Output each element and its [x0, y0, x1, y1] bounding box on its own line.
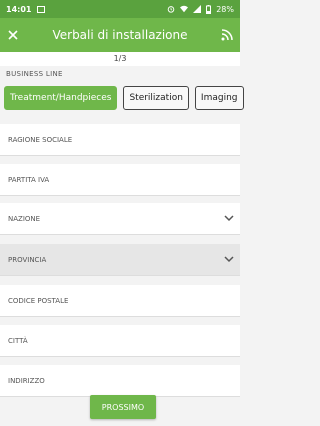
page-indicator: 1/3: [0, 52, 240, 66]
field-label: PARTITA IVA: [8, 175, 50, 184]
signal-icon: [193, 5, 202, 13]
chevron-down-icon: [224, 256, 234, 263]
status-time: 14:01: [6, 4, 32, 14]
wifi-icon: [180, 5, 189, 13]
field-label: CITTÀ: [8, 336, 28, 345]
toolbar: Verbali di installazione: [0, 18, 240, 52]
field-label: RAGIONE SOCIALE: [8, 135, 73, 144]
chip-treatment-handpieces[interactable]: Treatment/Handpieces: [4, 86, 118, 110]
rss-icon: [221, 29, 233, 41]
image-notification-icon: [37, 5, 46, 13]
field-label: NAZIONE: [8, 214, 41, 223]
rss-button[interactable]: [214, 29, 240, 41]
field-provincia[interactable]: PROVINCIA: [0, 244, 240, 276]
field-nazione[interactable]: NAZIONE: [0, 203, 240, 235]
field-label: CODICE POSTALE: [8, 296, 69, 305]
field-citta[interactable]: CITTÀ: [0, 325, 240, 357]
chip-imaging[interactable]: Imaging: [194, 86, 244, 110]
battery-icon: [206, 4, 212, 14]
close-button[interactable]: [0, 18, 26, 52]
status-right: 28%: [167, 4, 234, 14]
field-codice-postale[interactable]: CODICE POSTALE: [0, 285, 240, 317]
status-bar: 14:01 28%: [0, 0, 240, 18]
close-icon: [8, 30, 18, 40]
next-button[interactable]: PROSSIMO: [90, 395, 156, 419]
chip-sterilization[interactable]: Sterilization: [123, 86, 189, 110]
field-partita-iva[interactable]: PARTITA IVA: [0, 164, 240, 196]
alarm-icon: [167, 6, 175, 13]
business-line-label: BUSINESS LINE: [6, 70, 63, 78]
business-line-chips: Treatment/Handpieces Sterilization Imagi…: [4, 86, 244, 110]
chevron-down-icon: [224, 215, 234, 222]
field-label: INDIRIZZO: [8, 376, 45, 385]
field-ragione-sociale[interactable]: RAGIONE SOCIALE: [0, 124, 240, 156]
field-indirizzo[interactable]: INDIRIZZO: [0, 365, 240, 397]
field-label: PROVINCIA: [8, 255, 47, 264]
page-title: Verbali di installazione: [52, 28, 188, 42]
battery-percent: 28%: [216, 4, 234, 14]
